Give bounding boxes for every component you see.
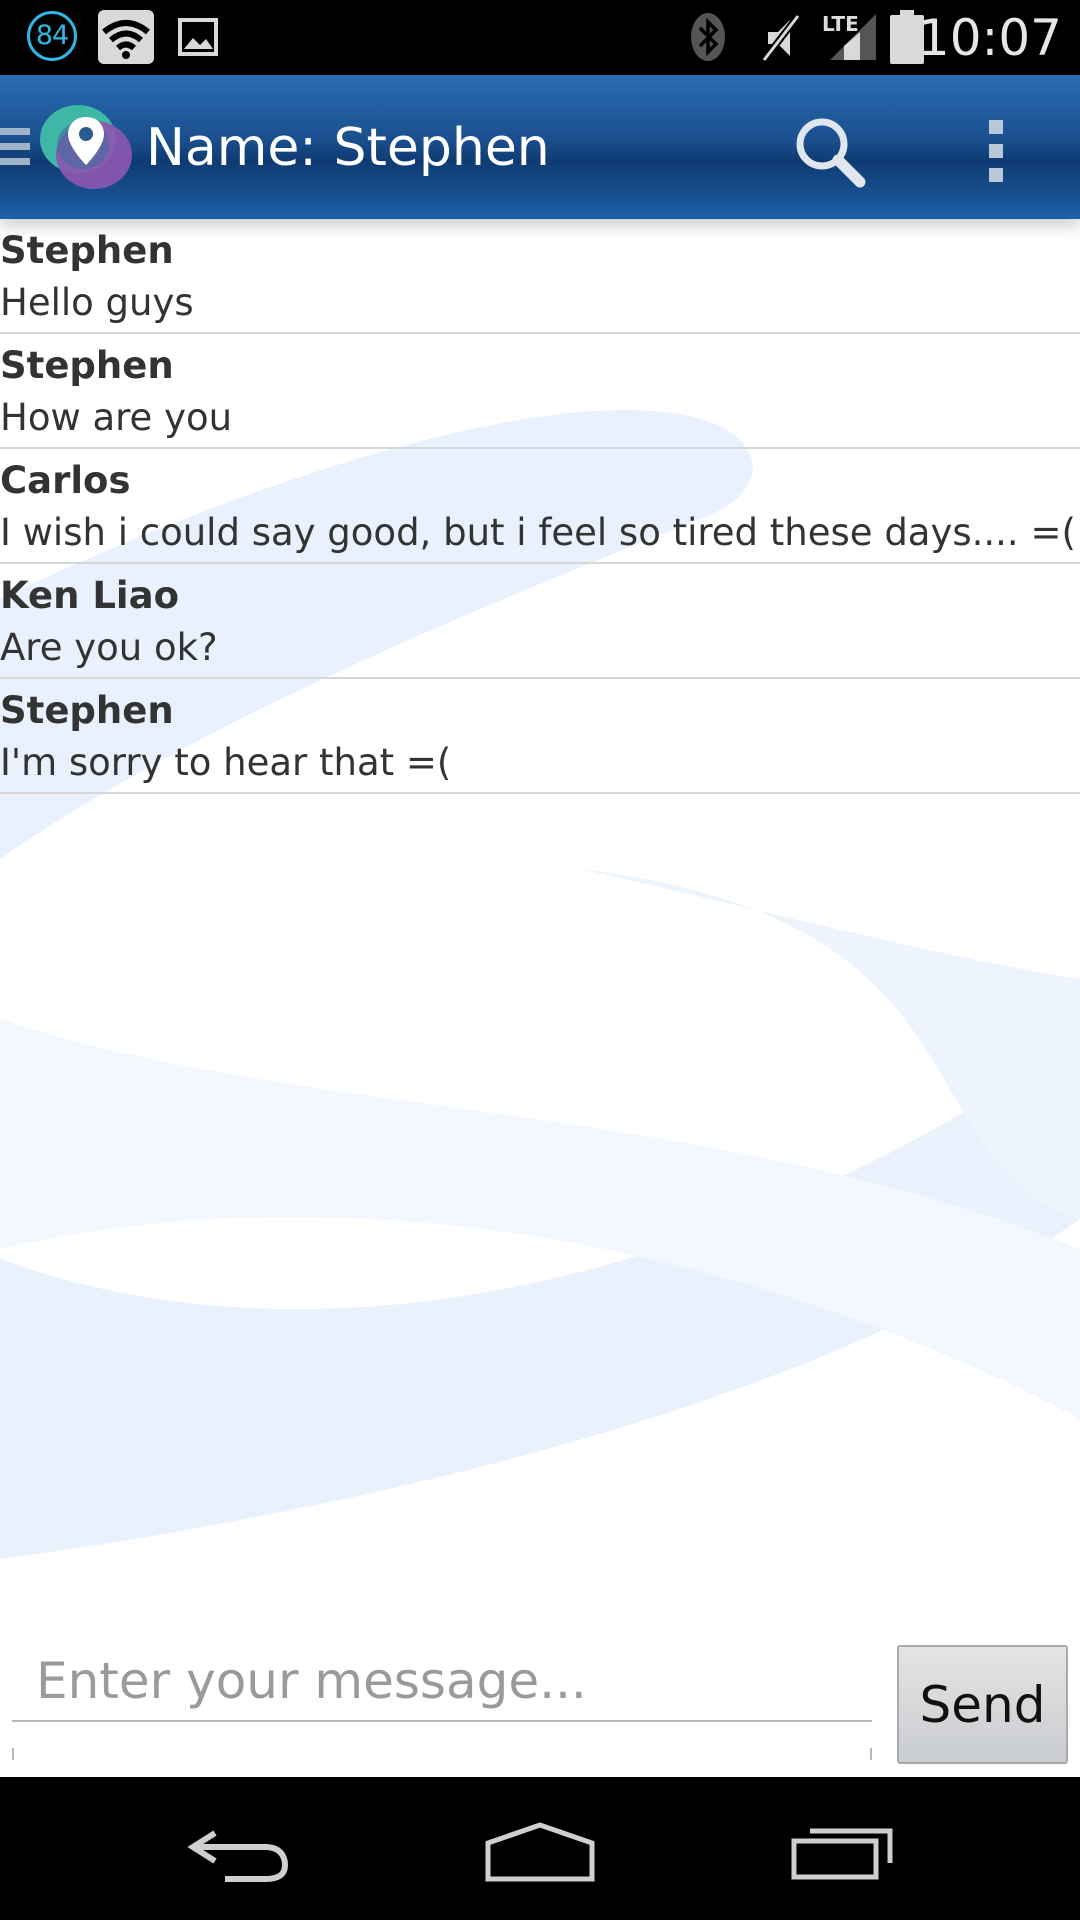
message-text: Are you ok? [0, 626, 218, 669]
home-icon[interactable] [484, 1821, 596, 1883]
drawer-icon[interactable] [0, 128, 30, 168]
input-underline-corner [12, 1748, 14, 1760]
message-sender: Carlos [0, 459, 131, 502]
message-text: Hello guys [0, 281, 194, 324]
send-button[interactable]: Send [897, 1645, 1068, 1764]
app-logo-pin-icon[interactable] [38, 103, 134, 193]
screen: 84 LTE 10:07 Name: Stephen Stephen Hello… [0, 0, 1080, 1920]
status-bar: 84 LTE 10:07 [0, 0, 1080, 75]
message-text: How are you [0, 396, 233, 439]
message-row[interactable]: Stephen I'm sorry to hear that =( [0, 679, 1080, 794]
back-icon[interactable] [185, 1825, 291, 1883]
signal-icon [830, 14, 876, 60]
action-bar: Name: Stephen [0, 75, 1080, 219]
message-sender: Ken Liao [0, 574, 179, 617]
notification-count-badge: 84 [27, 11, 77, 61]
page-title: Name: Stephen [146, 118, 550, 178]
message-text: I wish i could say good, but i feel so t… [0, 511, 1076, 554]
message-row[interactable]: Ken Liao Are you ok? [0, 564, 1080, 679]
mute-icon [761, 13, 801, 63]
message-sender: Stephen [0, 229, 174, 272]
chat-content: Stephen Hello guys Stephen How are you C… [0, 219, 1080, 1777]
message-row[interactable]: Carlos I wish i could say good, but i fe… [0, 449, 1080, 564]
message-text: I'm sorry to hear that =( [0, 741, 452, 784]
message-row[interactable]: Stephen How are you [0, 334, 1080, 449]
recent-apps-icon[interactable] [790, 1823, 896, 1881]
message-list: Stephen Hello guys Stephen How are you C… [0, 219, 1080, 794]
image-icon [178, 18, 218, 56]
wifi-icon [98, 10, 154, 64]
status-clock: 10:07 [917, 9, 1062, 67]
message-sender: Stephen [0, 344, 174, 387]
input-underline-corner [870, 1748, 872, 1760]
message-row[interactable]: Stephen Hello guys [0, 219, 1080, 334]
message-input[interactable] [12, 1642, 872, 1722]
message-sender: Stephen [0, 689, 174, 732]
search-icon[interactable] [790, 112, 870, 192]
overflow-menu-icon[interactable] [975, 112, 1019, 192]
bluetooth-icon [691, 13, 725, 61]
navigation-bar [0, 1777, 1080, 1920]
